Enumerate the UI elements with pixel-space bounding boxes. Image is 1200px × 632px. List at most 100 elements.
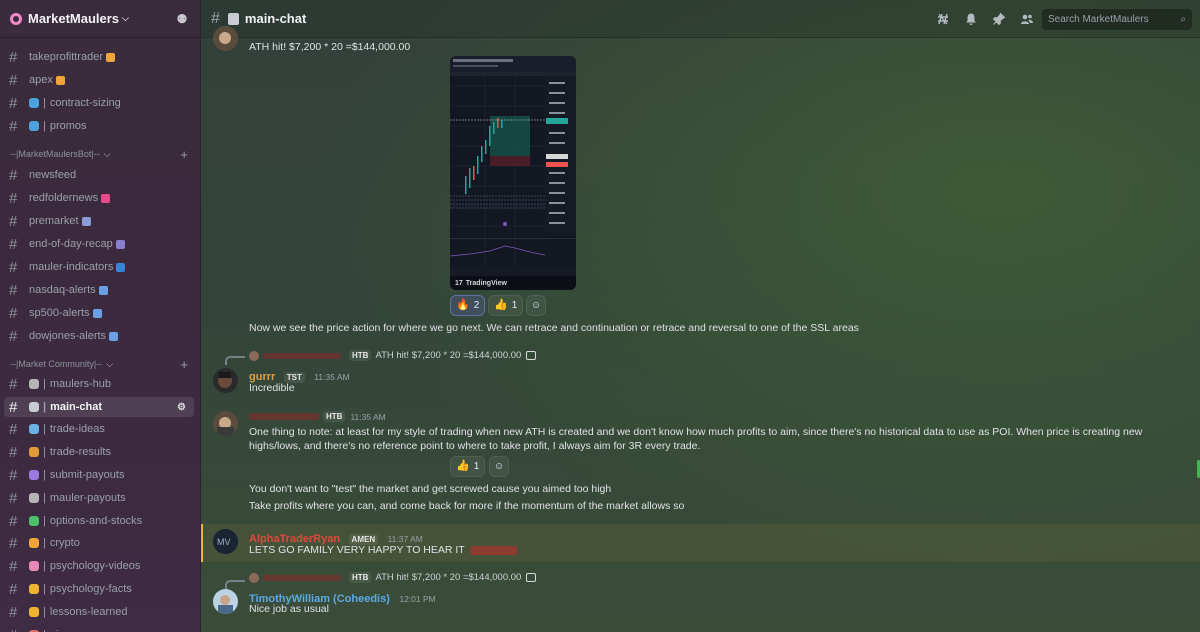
sidebar-item-options-and-stocks[interactable]: # | options-and-stocks: [4, 511, 194, 531]
channel-emoji-icon: [29, 516, 39, 526]
sidebar-item-psychology-videos[interactable]: # | psychology-videos: [4, 556, 194, 576]
sidebar-item-trade-ideas[interactable]: # | trade-ideas: [4, 419, 194, 439]
threads-icon[interactable]: [936, 12, 950, 26]
hashtag-icon: #: [9, 603, 18, 621]
server-header[interactable]: MarketMaulers ⌵ ⚉: [0, 0, 200, 38]
hashtag-icon: #: [9, 212, 18, 230]
sidebar-item-maulers-hub[interactable]: # | maulers-hub: [4, 374, 194, 394]
hashtag-icon: #: [9, 258, 18, 276]
reaction-fire[interactable]: 🔥 2: [450, 295, 486, 316]
sidebar-item-crypto[interactable]: # | crypto: [4, 533, 194, 553]
reaction-thumbs-up[interactable]: 👍 1: [488, 295, 524, 316]
hashtag-icon: #: [9, 580, 18, 598]
sidebar-item-nasdaq-alerts[interactable]: # nasdaq-alerts: [4, 280, 194, 300]
avatar[interactable]: [213, 368, 238, 393]
user-badge: HTB: [323, 411, 346, 422]
pin-icon[interactable]: [992, 12, 1006, 26]
sidebar-item-lessons-learned[interactable]: # | lessons-learned: [4, 602, 194, 622]
channel-emoji-icon: [81, 216, 91, 226]
hashtag-icon: #: [9, 327, 18, 345]
sidebar-item-premarket[interactable]: # premarket: [4, 211, 194, 231]
reaction-count: 1: [511, 300, 518, 311]
sidebar-item-label: redfoldernews: [29, 192, 99, 204]
separator: |: [43, 560, 46, 572]
mention-redacted[interactable]: [469, 545, 517, 555]
channel-category[interactable]: --|Market Community|-- ⌵ +: [10, 356, 188, 372]
username-redacted[interactable]: [249, 413, 319, 420]
server-name: MarketMaulers: [28, 11, 120, 26]
channel-category[interactable]: --|MarketMaulersBot|-- ⌵ +: [10, 146, 188, 162]
reply-preview[interactable]: HTB ATH hit! $7,200 * 20 =$144,000.00: [249, 572, 537, 583]
message-text: ATH hit! $7,200 * 20 =$144,000.00: [249, 41, 411, 53]
channel-emoji-icon: [29, 424, 39, 434]
server-logo-icon: [10, 12, 22, 25]
reaction-thumbs-up[interactable]: 👍 1: [450, 456, 486, 477]
separator: |: [43, 378, 46, 390]
separator: |: [43, 583, 46, 595]
sidebar-item-contract-sizing[interactable]: # | contract-sizing: [4, 93, 194, 113]
message-text: Now we see the price action for where we…: [249, 322, 859, 334]
chevron-down-icon: ⌵: [122, 13, 129, 23]
hashtag-icon: #: [9, 489, 18, 507]
sidebar-item-label: premarket: [29, 215, 79, 227]
sidebar-item-submit-payouts[interactable]: # | submit-payouts: [4, 465, 194, 485]
search-placeholder: Search MarketMaulers: [1048, 14, 1149, 25]
invite-people-icon[interactable]: ⚉: [174, 12, 190, 26]
avatar[interactable]: MV: [213, 529, 238, 554]
message-line: LETS GO FAMILY VERY HAPPY TO HEAR IT: [249, 544, 517, 556]
sidebar-item-label: dowjones-alerts: [29, 330, 107, 342]
user-badge: HTB: [349, 572, 372, 583]
timestamp: 11:35 AM: [350, 411, 386, 422]
add-channel-icon[interactable]: +: [180, 147, 188, 162]
sidebar-item-label: apex: [29, 74, 53, 86]
sidebar-item-mauler-payouts[interactable]: # | mauler-payouts: [4, 488, 194, 508]
avatar[interactable]: [213, 26, 238, 51]
svg-text:MV: MV: [217, 537, 231, 547]
sidebar-item-label: contract-sizing: [49, 97, 121, 109]
sidebar-item-label: mauler-indicators: [29, 261, 114, 273]
hashtag-icon: #: [9, 534, 18, 552]
sidebar-item-redfoldernews[interactable]: # redfoldernews: [4, 188, 194, 208]
sidebar-item-giveaways[interactable]: #|giveaways: [4, 625, 194, 632]
channel-settings-icon[interactable]: ⚙: [177, 402, 188, 413]
sidebar-item-dowjones-alerts[interactable]: # dowjones-alerts: [4, 326, 194, 346]
sidebar-item-label: takeprofittrader: [29, 51, 103, 63]
chart-screenshot-image[interactable]: 17 TradingView: [450, 56, 576, 290]
sidebar-item-mauler-indicators[interactable]: # mauler-indicators: [4, 257, 194, 277]
sidebar-item-main-chat[interactable]: # | main-chat ⚙: [4, 397, 194, 417]
sidebar-item-psychology-facts[interactable]: # | psychology-facts: [4, 579, 194, 599]
reply-author: [263, 352, 341, 359]
hashtag-icon: #: [9, 71, 18, 89]
sidebar-item-takeprofittrader[interactable]: # takeprofittrader: [4, 47, 194, 67]
sidebar-item-label: nasdaq-alerts: [29, 284, 96, 296]
reaction-count: 2: [473, 300, 480, 311]
sidebar-item-label: main-chat: [50, 401, 103, 413]
sidebar-item-trade-results[interactable]: # | trade-results: [4, 442, 194, 462]
sidebar-item-sp500-alerts[interactable]: # sp500-alerts: [4, 303, 194, 323]
category-label: --|MarketMaulersBot|--: [10, 149, 100, 159]
add-reaction-button[interactable]: ☺: [526, 295, 546, 316]
channel-emoji-icon: [29, 538, 39, 548]
sidebar-item-end-of-day-recap[interactable]: # end-of-day-recap: [4, 234, 194, 254]
bell-icon[interactable]: [964, 12, 978, 26]
hashtag-icon: #: [9, 48, 18, 66]
member-list-icon[interactable]: [1020, 12, 1034, 26]
channel-emoji-icon: [92, 308, 102, 318]
add-channel-icon[interactable]: +: [180, 357, 188, 372]
separator: |: [43, 401, 47, 413]
hashtag-icon: #: [9, 281, 18, 299]
sidebar-item-apex[interactable]: # apex: [4, 70, 194, 90]
sidebar-item-newsfeed[interactable]: # newsfeed: [4, 165, 194, 185]
channel-emoji-icon: [115, 239, 125, 249]
search-input[interactable]: Search MarketMaulers ⌕: [1042, 9, 1192, 30]
reply-preview[interactable]: HTB ATH hit! $7,200 * 20 =$144,000.00: [249, 350, 537, 361]
reply-connector: [225, 580, 245, 589]
avatar[interactable]: [213, 411, 238, 436]
hashtag-icon: #: [9, 235, 18, 253]
sidebar-item-label: lessons-learned: [49, 606, 128, 618]
tradingview-logo-icon: 17: [455, 279, 463, 287]
sidebar-item-promos[interactable]: # | promos: [4, 116, 194, 136]
add-reaction-button[interactable]: ☺: [489, 456, 509, 477]
avatar[interactable]: [213, 589, 238, 614]
channel-header: # main-chat Search MarketMaulers ⌕: [201, 0, 1200, 38]
